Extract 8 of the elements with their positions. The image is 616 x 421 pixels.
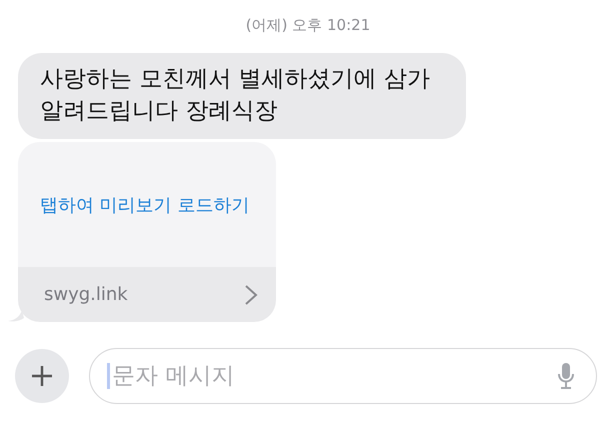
load-preview-link[interactable]: 탭하여 미리보기 로드하기 — [40, 192, 250, 216]
chevron-right-icon — [244, 284, 258, 306]
message-bubble: 사랑하는 모친께서 별세하셨기에 삼가 알려드립니다 장례식장 — [18, 53, 466, 139]
message-timestamp: (어제) 오후 10:21 — [244, 16, 372, 36]
message-input-field[interactable]: 문자 메시지 — [89, 348, 597, 404]
link-domain: swyg.link — [44, 284, 128, 305]
plus-icon — [31, 365, 53, 387]
link-footer[interactable]: swyg.link — [18, 267, 276, 322]
